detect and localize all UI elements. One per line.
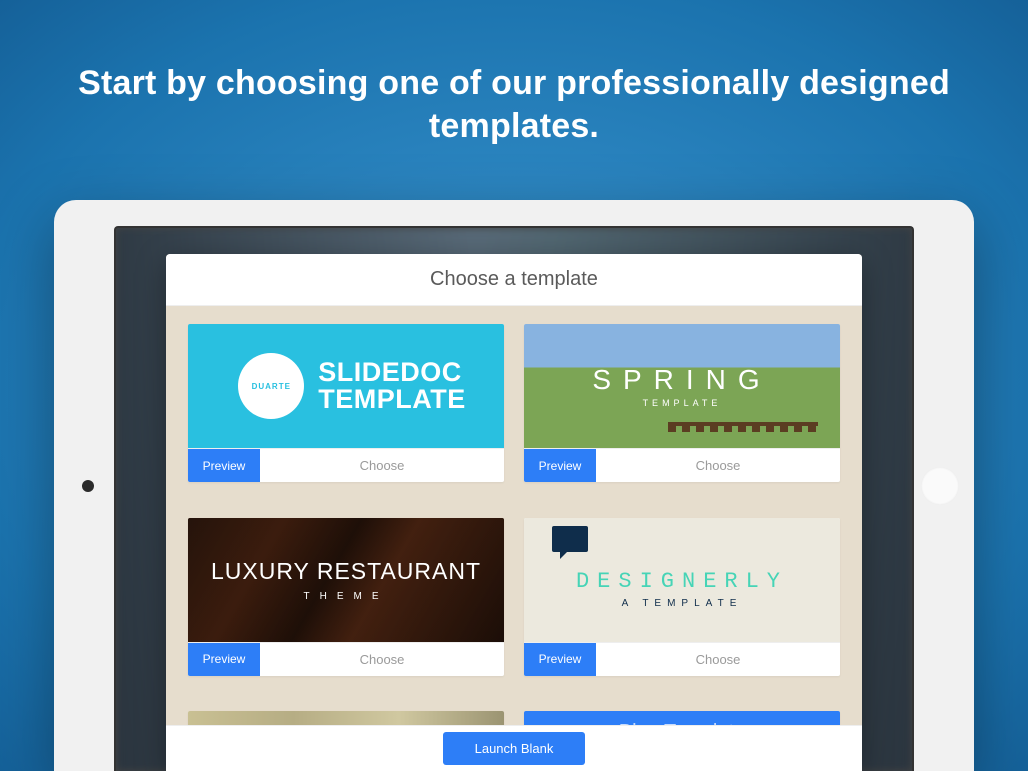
preview-button[interactable]: Preview <box>524 643 596 676</box>
template-title: SLIDEDOC TEMPLATE <box>318 359 466 413</box>
tablet-screen: Choose a template DUARTE SLIDEDOC TEMPLA… <box>114 226 914 771</box>
template-thumbnail[interactable]: DUARTE SLIDEDOC TEMPLATE <box>188 324 504 448</box>
preview-button[interactable]: Preview <box>188 643 260 676</box>
launch-blank-button[interactable]: Launch Blank <box>443 732 586 765</box>
duarte-badge-icon: DUARTE <box>238 353 304 419</box>
template-thumbnail[interactable]: SPRING TEMPLATE <box>524 324 840 448</box>
modal-title: Choose a template <box>166 254 862 306</box>
choose-button[interactable]: Choose <box>260 449 504 482</box>
template-subtitle: TEMPLATE <box>592 398 771 408</box>
template-card-spring: SPRING TEMPLATE Preview Choose <box>524 324 840 482</box>
template-title: SPRING <box>592 364 771 396</box>
template-title: DESIGNERLY <box>576 569 788 594</box>
template-title-line2: TEMPLATE <box>318 386 466 413</box>
speech-bubble-icon <box>552 526 588 552</box>
template-chooser-modal: Choose a template DUARTE SLIDEDOC TEMPLA… <box>166 254 862 771</box>
template-card-slidedoc: DUARTE SLIDEDOC TEMPLATE Preview Choose <box>188 324 504 482</box>
preview-button[interactable]: Preview <box>524 449 596 482</box>
home-button-icon <box>921 467 959 505</box>
template-title: LUXURY RESTAURANT <box>211 558 481 585</box>
template-title-line1: SLIDEDOC <box>318 359 466 386</box>
tablet-frame: Choose a template DUARTE SLIDEDOC TEMPLA… <box>54 200 974 771</box>
template-thumbnail[interactable]: LUXURY RESTAURANT THEME <box>188 518 504 642</box>
modal-footer: Launch Blank <box>166 725 862 771</box>
template-grid: DUARTE SLIDEDOC TEMPLATE Preview Choose <box>166 306 862 771</box>
template-thumbnail[interactable]: DESIGNERLY A TEMPLATE <box>524 518 840 642</box>
promo-headline: Start by choosing one of our professiona… <box>0 0 1028 147</box>
choose-button[interactable]: Choose <box>596 449 840 482</box>
template-subtitle: THEME <box>211 591 481 602</box>
template-subtitle: A TEMPLATE <box>576 598 788 609</box>
camera-dot <box>82 480 94 492</box>
template-card-designerly: DESIGNERLY A TEMPLATE Preview Choose <box>524 518 840 676</box>
template-card-luxury-restaurant: LUXURY RESTAURANT THEME Preview Choose <box>188 518 504 676</box>
preview-button[interactable]: Preview <box>188 449 260 482</box>
choose-button[interactable]: Choose <box>260 643 504 676</box>
choose-button[interactable]: Choose <box>596 643 840 676</box>
